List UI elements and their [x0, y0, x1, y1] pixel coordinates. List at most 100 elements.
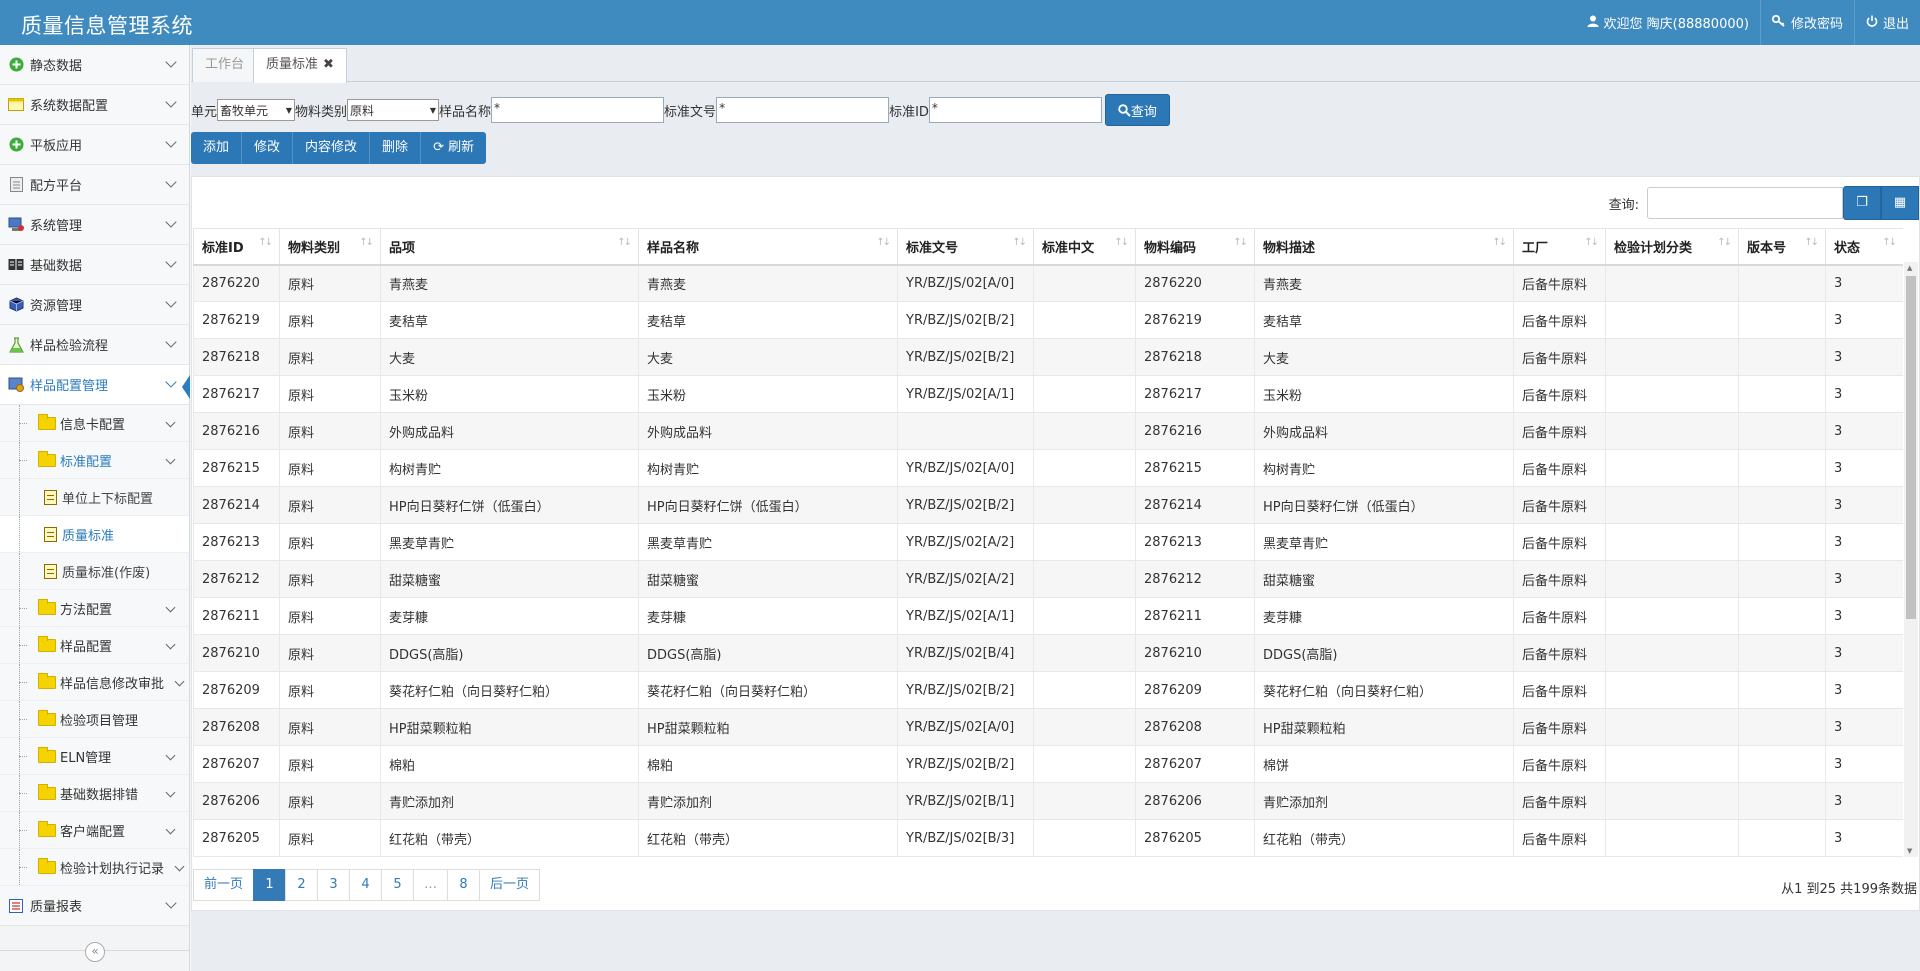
- sort-icon[interactable]: ↑↓: [1804, 237, 1819, 248]
- material-type-select[interactable]: 原料 ▼: [347, 99, 440, 121]
- sidebar-sub-method-config[interactable]: 方法配置: [0, 590, 189, 627]
- page-button[interactable]: 2: [285, 869, 319, 901]
- sidebar-item-system-data-config[interactable]: 系统数据配置: [0, 85, 189, 125]
- table-row[interactable]: 2876217 原料 玉米粉 玉米粉 YR/BZ/JS/02[A/1] 2876217 玉米…: [193, 375, 1903, 413]
- sort-icon[interactable]: ↑↓: [617, 237, 632, 248]
- table-row[interactable]: 2876216 原料 外购成品料 外购成品料 2876216 外购成品料 后备牛原料 3: [193, 412, 1903, 450]
- page-button[interactable]: 3: [317, 869, 351, 901]
- page-button[interactable]: 8: [447, 869, 481, 901]
- sort-icon[interactable]: ↑↓: [1492, 237, 1507, 248]
- sort-icon[interactable]: ↑↓: [1584, 237, 1599, 248]
- sidebar-sub-sample-config[interactable]: 样品配置: [0, 627, 189, 664]
- column-header[interactable]: 物料类别 ↑↓: [279, 228, 381, 266]
- sort-icon[interactable]: ↑↓: [1233, 237, 1248, 248]
- table-row[interactable]: 2876209 原料 葵花籽仁粕（向日葵籽仁粕） 葵花籽仁粕（向日葵籽仁粕） YR/BZ…: [193, 671, 1903, 709]
- sidebar-sub-eln-mgmt[interactable]: ELN管理: [0, 738, 189, 775]
- sidebar-item-tablet-app[interactable]: 平板应用: [0, 125, 189, 165]
- table-row[interactable]: 2876220 原料 青燕麦 青燕麦 YR/BZ/JS/02[A/0] 2876220 青燕…: [193, 264, 1903, 302]
- column-header[interactable]: 标准文号 ↑↓: [897, 228, 1034, 266]
- add-button[interactable]: 添加: [191, 132, 243, 164]
- sidebar-leaf-unit-subscript-config[interactable]: 单位上下标配置: [0, 479, 189, 516]
- std-doc-input[interactable]: *: [716, 97, 890, 123]
- refresh-button[interactable]: ⟳ 刷新: [421, 132, 486, 164]
- column-header[interactable]: 状态 ↑↓: [1825, 228, 1903, 266]
- sidebar-item-sample-config-mgmt[interactable]: 样品配置管理: [0, 365, 190, 405]
- sample-name-input[interactable]: *: [491, 97, 665, 123]
- table-cell: 3: [1825, 375, 1903, 413]
- page-button[interactable]: 1: [253, 869, 287, 901]
- welcome-user[interactable]: 欢迎您 陶庆(88880000): [1576, 0, 1760, 45]
- column-header[interactable]: 物料编码 ↑↓: [1135, 228, 1255, 266]
- sidebar-sub-plan-exec-log[interactable]: 检验计划执行记录: [0, 849, 189, 886]
- column-header[interactable]: 样品名称 ↑↓: [638, 228, 898, 266]
- table-row[interactable]: 2876207 原料 棉粕 棉粕 YR/BZ/JS/02[B/2] 2876207 棉饼 后备…: [193, 745, 1903, 783]
- sort-icon[interactable]: ↑↓: [1717, 237, 1732, 248]
- sidebar-item-quality-report[interactable]: 质量报表: [0, 886, 189, 926]
- sidebar-sub-test-item-mgmt[interactable]: 检验项目管理: [0, 701, 189, 738]
- column-header[interactable]: 版本号 ↑↓: [1738, 228, 1826, 266]
- sidebar-item-basic-data[interactable]: 基础数据: [0, 245, 189, 285]
- column-header[interactable]: 标准ID ↑↓: [193, 228, 280, 266]
- sidebar-item-system-mgmt[interactable]: 系统管理: [0, 205, 189, 245]
- table-row[interactable]: 2876214 原料 HP向日葵籽仁饼（低蛋白） HP向日葵籽仁饼（低蛋白） YR/BZ…: [193, 486, 1903, 524]
- sort-icon[interactable]: ↑↓: [258, 237, 273, 248]
- std-id-input[interactable]: *: [928, 97, 1102, 123]
- sidebar-sub-client-config[interactable]: 客户端配置: [0, 812, 189, 849]
- sort-icon[interactable]: ↑↓: [876, 237, 891, 248]
- sidebar-item-formula-platform[interactable]: 配方平台: [0, 165, 189, 205]
- table-cell: 3: [1825, 671, 1903, 709]
- table-cell: 原料: [279, 449, 381, 487]
- scroll-up-icon[interactable]: ▲: [1907, 264, 1912, 272]
- prev-page-button[interactable]: 前一页: [193, 869, 255, 901]
- unit-select[interactable]: 畜牧单元 ▼: [217, 99, 296, 121]
- table-row[interactable]: 2876206 原料 青贮添加剂 青贮添加剂 YR/BZ/JS/02[B/1] 28762…: [193, 782, 1903, 820]
- sidebar-sub-standard-config[interactable]: 标准配置: [0, 442, 189, 479]
- table-row[interactable]: 2876219 原料 麦秸草 麦秸草 YR/BZ/JS/02[B/2] 2876219 麦秸…: [193, 301, 1903, 339]
- column-header[interactable]: 物料描述 ↑↓: [1254, 228, 1514, 266]
- table-row[interactable]: 2876212 原料 甜菜糖蜜 甜菜糖蜜 YR/BZ/JS/02[A/2] 2876212…: [193, 560, 1903, 598]
- table-cell: DDGS(高脂): [380, 634, 639, 672]
- table-cell: 2876210: [193, 634, 280, 672]
- sidebar-item-resource-mgmt[interactable]: 资源管理: [0, 285, 189, 325]
- delete-button[interactable]: 删除: [370, 132, 422, 164]
- sidebar-item-sample-inspection-flow[interactable]: 样品检验流程: [0, 325, 189, 365]
- sidebar-sub-info-card-config[interactable]: 信息卡配置: [0, 405, 189, 442]
- table-row[interactable]: 2876205 原料 红花粕（带壳） 红花粕（带壳） YR/BZ/JS/02[B/3] 2…: [193, 819, 1903, 857]
- sort-icon[interactable]: ↑↓: [1012, 237, 1027, 248]
- sidebar-leaf-quality-standard[interactable]: 质量标准: [0, 516, 189, 553]
- edit-content-button[interactable]: 内容修改: [293, 132, 371, 164]
- sidebar-sub-basic-data-sched[interactable]: 基础数据排错: [0, 775, 189, 812]
- table-row[interactable]: 2876218 原料 大麦 大麦 YR/BZ/JS/02[B/2] 2876218 大麦 后备…: [193, 338, 1903, 376]
- table-row[interactable]: 2876215 原料 构树青贮 构树青贮 YR/BZ/JS/02[A/0] 2876215…: [193, 449, 1903, 487]
- table-cell: 后备牛原料: [1513, 782, 1606, 820]
- table-row[interactable]: 2876211 原料 麦芽糠 麦芽糠 YR/BZ/JS/02[A/1] 2876211 麦芽…: [193, 597, 1903, 635]
- edit-button[interactable]: 修改: [242, 132, 294, 164]
- sidebar-leaf-quality-standard-obsolete[interactable]: 质量标准(作废): [0, 553, 189, 590]
- column-header[interactable]: 品项 ↑↓: [380, 228, 639, 266]
- sort-icon[interactable]: ↑↓: [1114, 237, 1129, 248]
- table-row[interactable]: 2876210 原料 DDGS(高脂) DDGS(高脂) YR/BZ/JS/02[B/4…: [193, 634, 1903, 672]
- column-header[interactable]: 检验计划分类 ↑↓: [1605, 228, 1739, 266]
- change-password-button[interactable]: 修改密码: [1759, 0, 1854, 45]
- sort-icon[interactable]: ↑↓: [1882, 237, 1897, 248]
- scroll-down-icon[interactable]: ▼: [1907, 847, 1912, 855]
- tab-workbench[interactable]: 工作台: [192, 48, 258, 82]
- logout-button[interactable]: 退出: [1853, 0, 1920, 45]
- sidebar-item-static-data[interactable]: 静态数据: [0, 45, 189, 85]
- column-header[interactable]: 标准中文 ↑↓: [1033, 228, 1136, 266]
- sort-icon[interactable]: ↑↓: [359, 237, 374, 248]
- query-button[interactable]: 查询: [1104, 94, 1170, 126]
- close-icon[interactable]: ✖: [323, 57, 334, 72]
- page-button[interactable]: 5: [381, 869, 415, 901]
- sidebar-collapse-button[interactable]: «: [85, 942, 105, 962]
- tab-quality-standard[interactable]: 质量标准 ✖: [253, 48, 347, 83]
- table-row[interactable]: 2876208 原料 HP甜菜颗粒粕 HP甜菜颗粒粕 YR/BZ/JS/02[A/0] 2…: [193, 708, 1903, 746]
- page-button[interactable]: 4: [349, 869, 383, 901]
- next-page-button[interactable]: 后一页: [479, 869, 541, 901]
- scrollbar-thumb[interactable]: [1906, 276, 1916, 619]
- chevron-down-icon: [165, 336, 177, 348]
- column-header[interactable]: 工厂 ↑↓: [1513, 228, 1606, 266]
- sidebar-sub-sample-audit[interactable]: 样品信息修改审批: [0, 664, 189, 701]
- table-scrollbar[interactable]: ▲ ▼: [1904, 262, 1918, 857]
- table-row[interactable]: 2876213 原料 黑麦草青贮 黑麦草青贮 YR/BZ/JS/02[A/2] 28762…: [193, 523, 1903, 561]
